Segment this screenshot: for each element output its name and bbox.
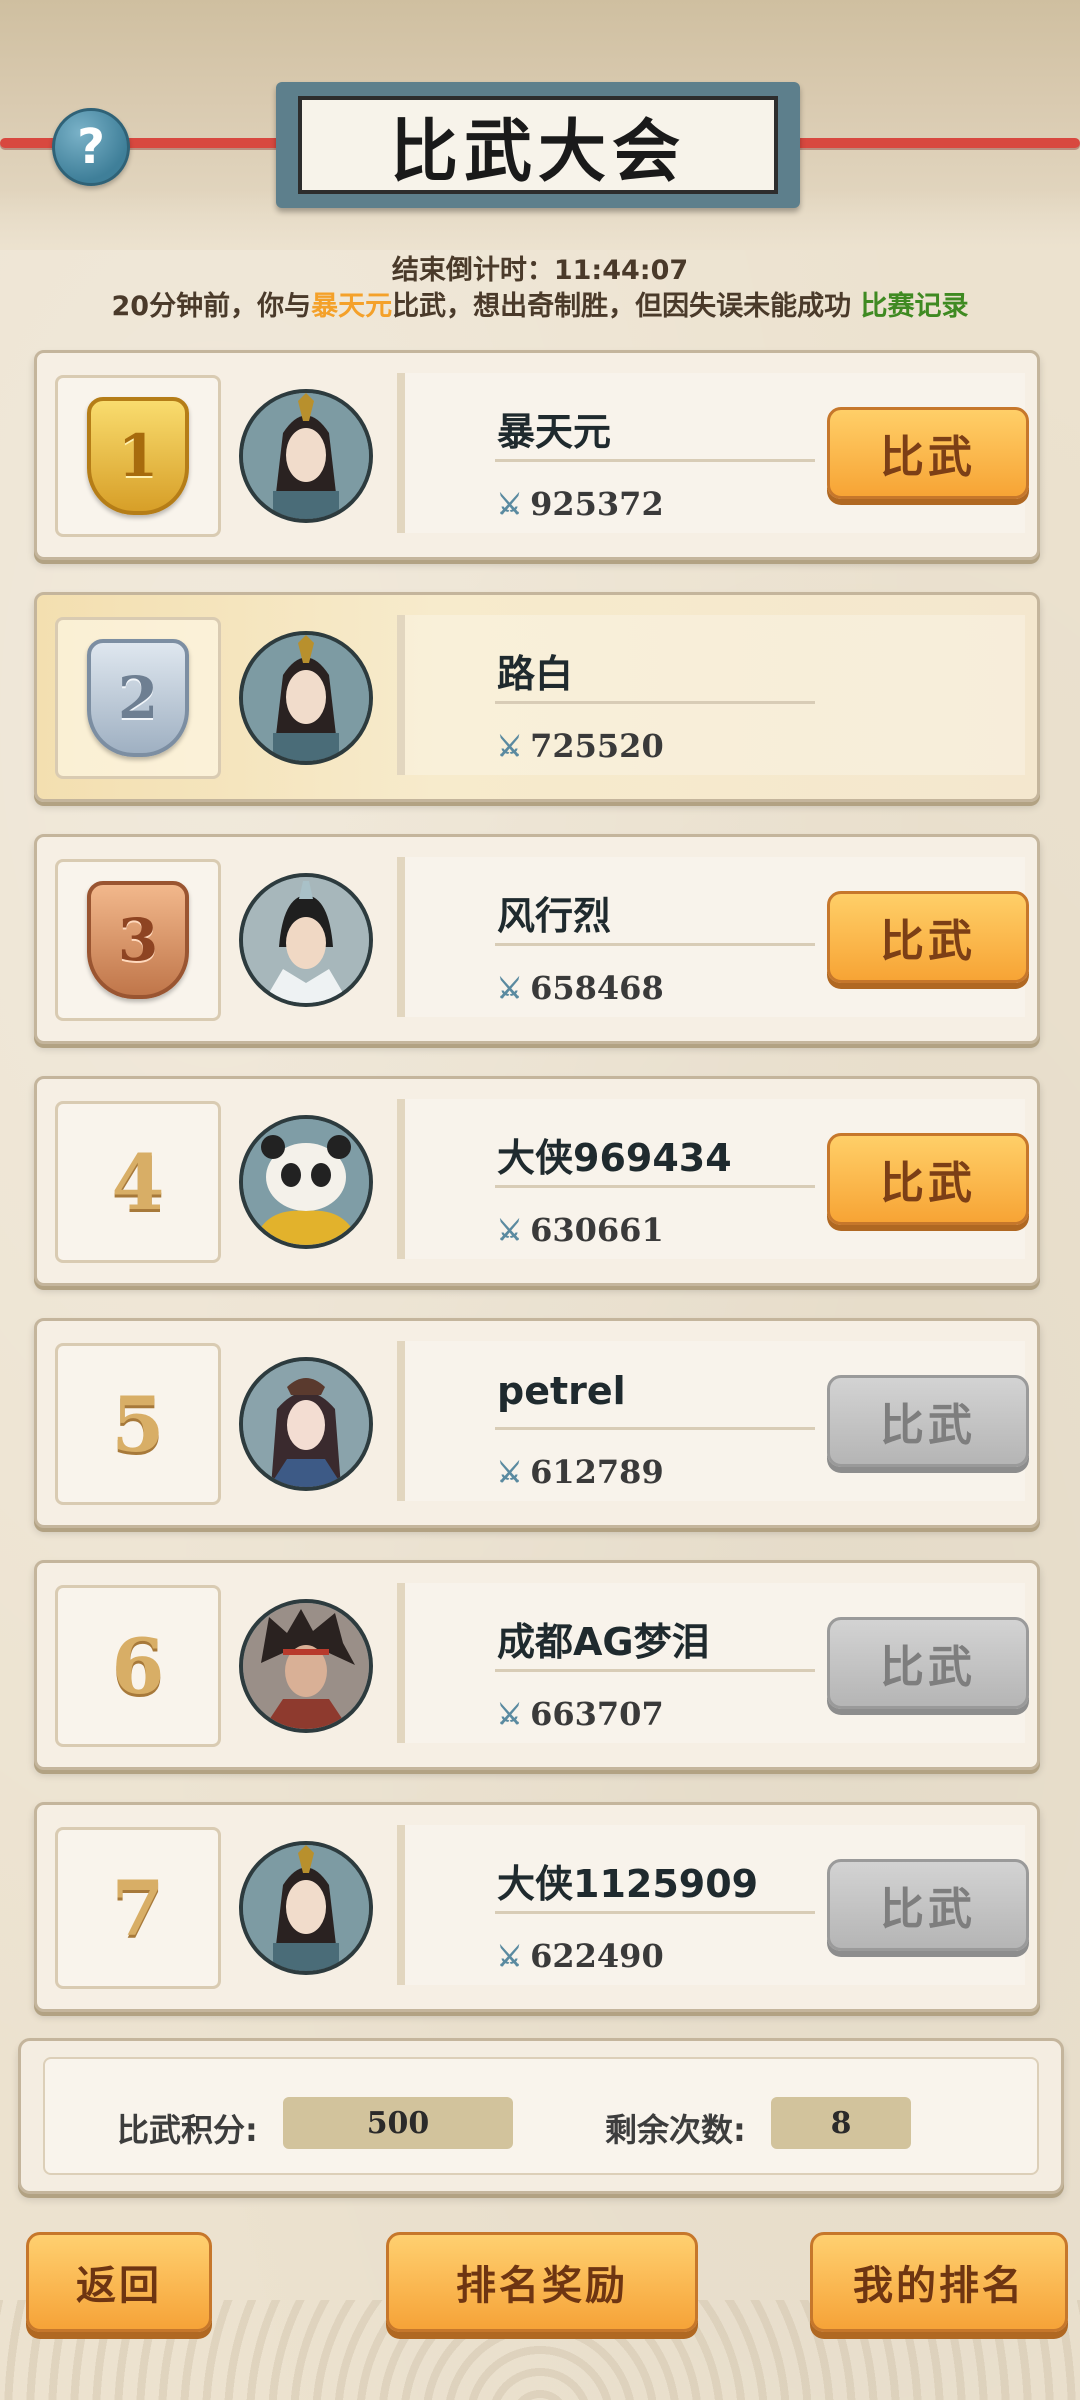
right-rope — [790, 138, 1080, 148]
avatar[interactable] — [239, 873, 373, 1007]
divider — [495, 1427, 815, 1430]
rank-number: 7 — [111, 1863, 165, 1953]
remaining-value: 8 — [771, 2097, 911, 2149]
crossed-swords-icon: ⚔ — [497, 1939, 523, 1973]
player-name: 大侠1125909 — [497, 1862, 759, 1906]
divider — [495, 1669, 815, 1672]
player-card: 4 大侠969434 ⚔ 630661 比武 — [34, 1076, 1040, 1286]
power-value: 725520 — [530, 727, 664, 765]
back-button[interactable]: 返回 — [26, 2232, 212, 2332]
challenge-button-disabled[interactable]: 比武 — [827, 1375, 1029, 1467]
challenge-button-disabled[interactable]: 比武 — [827, 1859, 1029, 1951]
log-prefix: 20分钟前，你与 — [111, 291, 312, 322]
combat-power: ⚔ 663707 — [497, 1695, 664, 1733]
rank-box: 6 — [55, 1585, 221, 1747]
help-icon[interactable]: ? — [52, 108, 130, 186]
log-opponent-name: 暴天元 — [311, 291, 393, 322]
countdown-label: 结束倒计时： — [391, 255, 554, 286]
combat-power: ⚔ 658468 — [497, 969, 664, 1007]
rank-box: 3 — [55, 859, 221, 1021]
power-value: 630661 — [530, 1211, 664, 1249]
crossed-swords-icon: ⚔ — [497, 1213, 523, 1247]
stats-inner: 比武积分: 500 剩余次数: 8 — [43, 2057, 1039, 2175]
combat-power: ⚔ 622490 — [497, 1937, 664, 1975]
countdown-value: 11:44:07 — [553, 255, 689, 286]
challenge-button[interactable]: 比武 — [827, 891, 1029, 983]
challenge-button-disabled[interactable]: 比武 — [827, 1617, 1029, 1709]
left-rope — [0, 138, 290, 148]
player-info: 路白 ⚔ 725520 — [397, 615, 1025, 775]
player-card: 5 petrel ⚔ 612789 比武 — [34, 1318, 1040, 1528]
title-plaque: 比武大会 — [276, 82, 800, 208]
log-suffix: 比武，想出奇制胜，但因失误未能成功 — [392, 291, 852, 322]
crossed-swords-icon: ⚔ — [497, 487, 523, 521]
player-card: 1 暴天元 ⚔ 925372 比武 — [34, 350, 1040, 560]
battle-record-link[interactable]: 比赛记录 — [860, 291, 968, 322]
player-name: 风行烈 — [497, 894, 612, 938]
rank-box: 1 — [55, 375, 221, 537]
crossed-swords-icon: ⚔ — [497, 729, 523, 763]
player-card: 3 风行烈 ⚔ 658468 比武 — [34, 834, 1040, 1044]
score-value: 500 — [283, 2097, 513, 2149]
divider — [495, 943, 815, 946]
power-value: 658468 — [530, 969, 664, 1007]
avatar[interactable] — [239, 389, 373, 523]
page-title: 比武大会 — [389, 112, 686, 192]
countdown: 结束倒计时：11:44:07 — [0, 248, 1080, 287]
power-value: 925372 — [530, 485, 664, 523]
avatar[interactable] — [239, 1115, 373, 1249]
crossed-swords-icon: ⚔ — [497, 1455, 523, 1489]
challenge-button[interactable]: 比武 — [827, 1133, 1029, 1225]
player-name: 路白 — [497, 652, 574, 696]
rank-number: 5 — [111, 1379, 165, 1469]
rank-rewards-button[interactable]: 排名奖励 — [386, 2232, 698, 2332]
player-card-self: 2 路白 ⚔ 725520 — [34, 592, 1040, 802]
power-value: 622490 — [530, 1937, 664, 1975]
divider — [495, 1911, 815, 1914]
my-rank-button[interactable]: 我的排名 — [810, 2232, 1068, 2332]
divider — [495, 459, 815, 462]
avatar[interactable] — [239, 1599, 373, 1733]
silver-medal-icon: 2 — [87, 639, 189, 757]
power-value: 612789 — [530, 1453, 664, 1491]
divider — [495, 701, 815, 704]
combat-power: ⚔ 612789 — [497, 1453, 664, 1491]
crossed-swords-icon: ⚔ — [497, 971, 523, 1005]
avatar[interactable] — [239, 1357, 373, 1491]
combat-power: ⚔ 925372 — [497, 485, 664, 523]
gold-medal-icon: 1 — [87, 397, 189, 515]
rank-box: 5 — [55, 1343, 221, 1505]
stats-panel: 比武积分: 500 剩余次数: 8 — [18, 2038, 1064, 2194]
rank-box: 4 — [55, 1101, 221, 1263]
rank-number: 6 — [111, 1621, 165, 1711]
rank-number: 4 — [111, 1137, 165, 1227]
avatar[interactable] — [239, 631, 373, 765]
player-name: 暴天元 — [497, 410, 612, 454]
rank-box: 7 — [55, 1827, 221, 1989]
power-value: 663707 — [530, 1695, 664, 1733]
combat-power: ⚔ 630661 — [497, 1211, 664, 1249]
challenge-button[interactable]: 比武 — [827, 407, 1029, 499]
divider — [495, 1185, 815, 1188]
avatar[interactable] — [239, 1841, 373, 1975]
player-card: 7 大侠1125909 ⚔ 622490 比武 — [34, 1802, 1040, 2012]
player-name: petrel — [497, 1369, 626, 1413]
combat-power: ⚔ 725520 — [497, 727, 664, 765]
player-name: 大侠969434 — [497, 1136, 732, 1180]
rank-box: 2 — [55, 617, 221, 779]
remaining-label: 剩余次数: — [605, 2111, 746, 2149]
battle-log: 20分钟前，你与暴天元比武，想出奇制胜，但因失误未能成功 比赛记录 — [0, 284, 1080, 323]
bronze-medal-icon: 3 — [87, 881, 189, 999]
player-card: 6 成都AG梦泪 ⚔ 663707 比武 — [34, 1560, 1040, 1770]
player-name: 成都AG梦泪 — [497, 1620, 710, 1664]
crossed-swords-icon: ⚔ — [497, 1697, 523, 1731]
score-label: 比武积分: — [117, 2111, 258, 2149]
